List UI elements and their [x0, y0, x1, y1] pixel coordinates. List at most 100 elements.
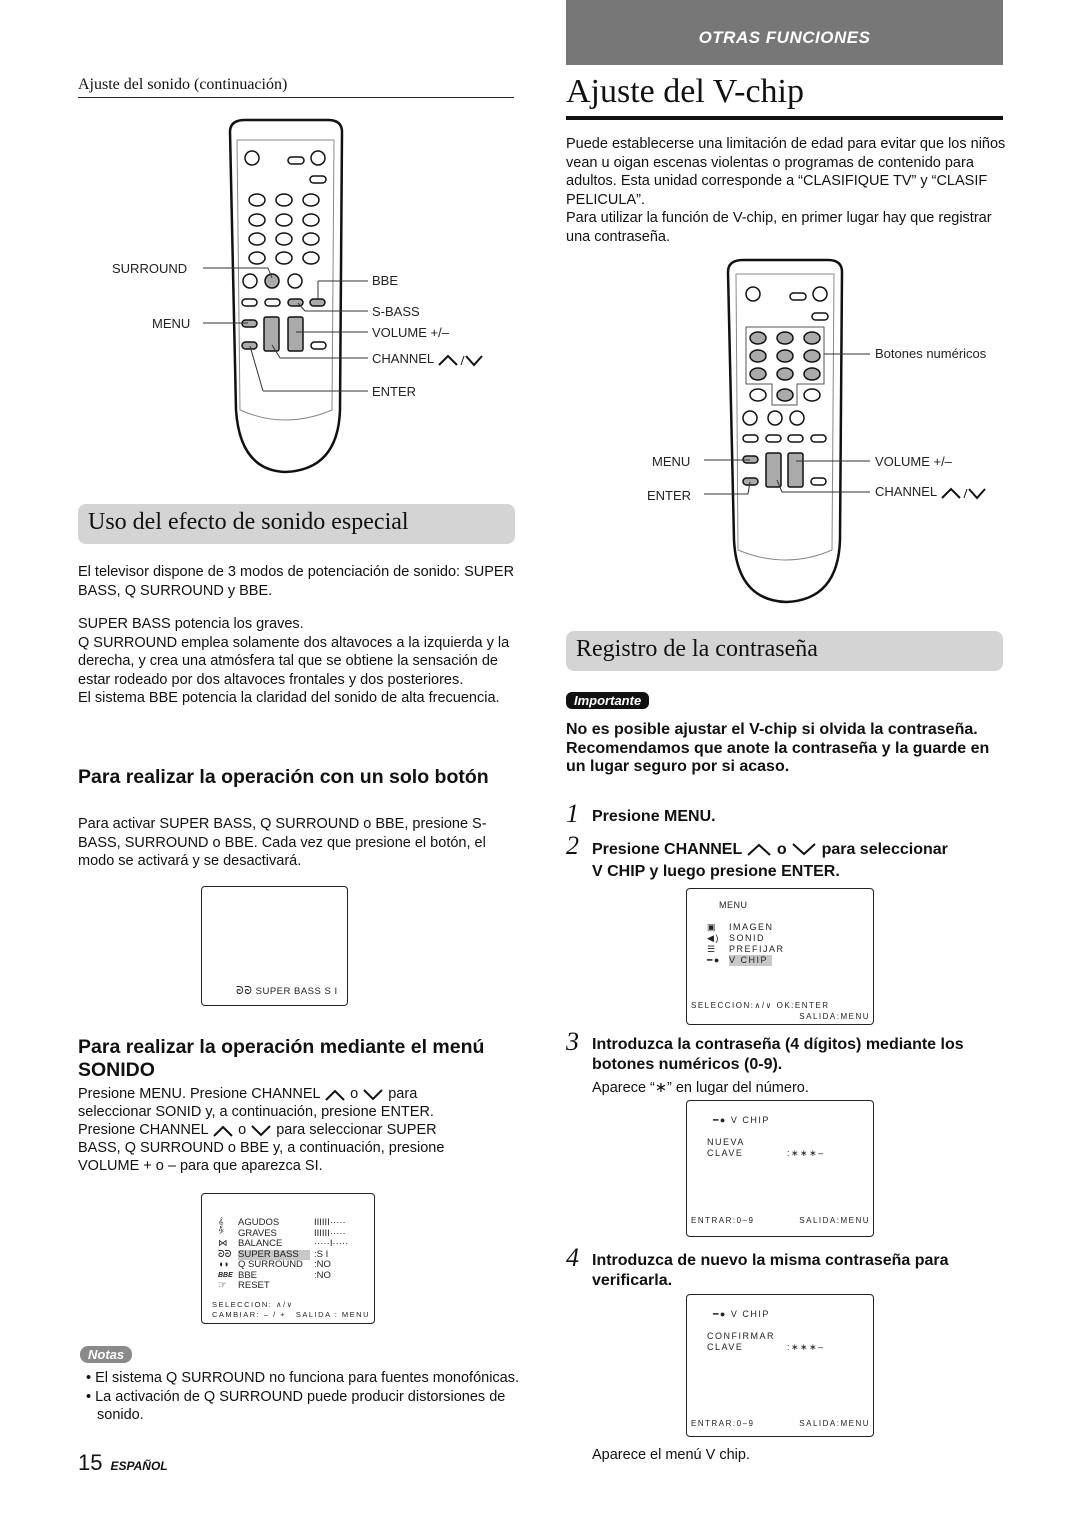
- label-channel-text: CHANNEL: [372, 351, 434, 366]
- subtitle-menu-sonido: Para realizar la operación mediante el m…: [78, 1036, 485, 1081]
- step-subtext: Aparece “∗” en lugar del número.: [592, 1080, 809, 1096]
- osd-label: CLAVE: [707, 1148, 744, 1158]
- picture-icon: ▣: [707, 922, 718, 932]
- notes-list: • El sistema Q SURROUND no funciona para…: [86, 1369, 526, 1424]
- text: Presione CHANNEL: [78, 1122, 209, 1138]
- osd-footer: SELECCION:∧/∨ OK:ENTER: [691, 1001, 830, 1010]
- osd-label: NUEVA: [707, 1137, 745, 1147]
- osd-item-value: IIIIII·····: [314, 1217, 346, 1228]
- osd-footer: SALIDA:MENU: [799, 1419, 870, 1428]
- text: VOLUME + o – para que aparezca SI.: [78, 1158, 323, 1174]
- osd-footer: SALIDA:MENU: [799, 1216, 870, 1225]
- page-number: 15: [78, 1450, 103, 1475]
- text: o: [238, 1122, 247, 1138]
- password-field: :∗∗∗–: [787, 1342, 825, 1352]
- osd-title-text: V CHIP: [730, 1309, 770, 1319]
- section-title-text: Uso del efecto de sonido especial: [88, 509, 409, 535]
- step-text: Introduzca la contraseña (4 dígitos) med…: [592, 1036, 964, 1073]
- subtitle-one-button: Para realizar la operación con un solo b…: [78, 766, 489, 788]
- remote-control-diagram-sound: [203, 118, 368, 474]
- label-numeric-buttons: Botones numéricos: [875, 346, 987, 361]
- osd-footer: ENTRAR:0–9: [691, 1216, 755, 1225]
- text: seleccionar SONID y, a continuación, pre…: [78, 1104, 434, 1120]
- osd-footer-exit: SALIDA : MENU: [295, 1310, 370, 1319]
- notes-badge: Notas: [80, 1346, 133, 1364]
- continuation-title-text: Ajuste del sonido (continuación): [78, 76, 288, 93]
- step-number: 1: [566, 799, 579, 828]
- reset-icon: ☞: [218, 1280, 227, 1291]
- osd-item-value: :NO: [314, 1269, 331, 1281]
- osd-row: ⋈ BALANCE ·····I·····: [218, 1238, 349, 1250]
- note-text: El sistema Q SURROUND no funciona para f…: [95, 1370, 520, 1386]
- osd-confirm-password: ━● V CHIP CONFIRMAR CLAVE :∗∗∗– ENTRAR:0…: [686, 1294, 874, 1437]
- preset-icon: ☰: [707, 944, 717, 954]
- section-title-sound-effects: Uso del efecto de sonido especial: [78, 504, 515, 544]
- vchip-intro-p2: Para utilizar la función de V-chip, en p…: [566, 210, 992, 245]
- chevron-up-icon: [213, 1125, 233, 1137]
- remote-control-diagram-vchip: [704, 258, 870, 604]
- osd-sound-menu: 𝄞 AGUDOS IIIIII····· 𝄢 GRAVES IIIIII····· ⋈ B…: [201, 1193, 375, 1324]
- label-volume: VOLUME +/–: [372, 325, 449, 340]
- chevron-up-icon: [325, 1089, 345, 1101]
- menu-sonido-body: Presione MENU. Presione CHANNEL o para s…: [78, 1085, 518, 1175]
- language-label: ESPAÑOL: [110, 1459, 168, 1473]
- osd-title: MENU: [719, 900, 748, 910]
- intro-text: El televisor dispone de 3 modos de poten…: [78, 564, 515, 599]
- osd-title: ━● V CHIP: [713, 1309, 770, 1320]
- balance-icon: ⋈: [218, 1238, 228, 1249]
- osd-row: ◖◗ Q SURROUND:NO: [218, 1259, 348, 1271]
- section-banner: OTRAS FUNCIONES: [566, 0, 1003, 65]
- label-bbe: BBE: [372, 273, 399, 288]
- paragraph-bbe: El sistema BBE potencia la claridad del …: [78, 690, 500, 706]
- vchip-intro: Puede establecerse una limitación de eda…: [566, 135, 1006, 246]
- step-number: 3: [566, 1027, 579, 1056]
- step-number: 4: [566, 1243, 579, 1272]
- label-volume: VOLUME +/–: [875, 454, 952, 469]
- text: o: [776, 841, 787, 858]
- important-text: No es posible ajustar el V-chip si olvid…: [566, 721, 990, 775]
- osd-super-bass: ᘐᘐ SUPER BASS S I: [201, 886, 348, 1006]
- section-banner-label: OTRAS FUNCIONES: [698, 28, 871, 47]
- label-enter: ENTER: [372, 384, 417, 399]
- osd-main-menu: MENU ▣ IMAGEN ◀) SONID ☰ PREFIJAR ━● V CHIP …: [686, 888, 874, 1025]
- osd-footer: SELECCION: ∧/∨: [212, 1300, 294, 1309]
- password-field: :∗∗∗–: [787, 1148, 825, 1158]
- step-number: 2: [566, 831, 579, 860]
- note-item: • El sistema Q SURROUND no funciona para…: [86, 1370, 520, 1386]
- text: para seleccionar: [821, 841, 948, 858]
- key-icon: ━●: [713, 1309, 727, 1319]
- step-subtext: Aparece el menú V chip.: [592, 1447, 750, 1463]
- osd-title: ━● V CHIP: [713, 1115, 770, 1126]
- section-title-text: Registro de la contraseña: [576, 636, 818, 662]
- osd-label: CONFIRMAR: [707, 1331, 775, 1341]
- osd-item-label: Q SURROUND: [238, 1259, 303, 1270]
- osd-row: ☰ PREFIJAR: [707, 944, 785, 955]
- label-sbass: S-BASS: [372, 304, 420, 319]
- note-item: • La activación de Q SURROUND puede prod…: [86, 1389, 506, 1423]
- osd-item-label: BALANCE: [238, 1238, 283, 1249]
- super-bass-icon: ᘐᘐ: [236, 985, 253, 997]
- paragraph-super-bass: SUPER BASS potencia los graves.: [78, 616, 304, 632]
- osd-row: ☞ RESET: [218, 1280, 348, 1292]
- note-text: La activación de Q SURROUND puede produc…: [95, 1389, 506, 1423]
- text: Presione MENU. Presione CHANNEL: [78, 1086, 321, 1102]
- text: V CHIP y luego presione ENTER.: [592, 863, 840, 880]
- osd-footer: CAMBIAR: – / + SALIDA : MENU: [212, 1310, 370, 1319]
- page-title-text: Ajuste del V-chip: [566, 73, 804, 110]
- osd-sound-items: 𝄞 AGUDOS IIIIII····· 𝄢 GRAVES IIIIII····· ⋈ B…: [218, 1217, 349, 1292]
- osd-row-selected: ━● V CHIP: [707, 955, 785, 966]
- osd-new-password: ━● V CHIP NUEVA CLAVE :∗∗∗– ENTRAR:0–9 S…: [686, 1100, 874, 1237]
- osd-footer-change: CAMBIAR: – / +: [212, 1310, 287, 1319]
- chevron-up-icon: [747, 843, 772, 857]
- treble-clef-icon: 𝄞: [218, 1217, 224, 1228]
- osd-row: ▣ IMAGEN: [707, 922, 785, 933]
- text: BASS, Q SURROUND o BBE y, a continuación…: [78, 1140, 445, 1156]
- text: Presione CHANNEL: [592, 841, 742, 858]
- label-enter: ENTER: [647, 488, 692, 503]
- osd-item-label: RESET: [238, 1280, 270, 1291]
- step-text: Presione MENU.: [592, 808, 716, 825]
- surround-icon: ◖◗: [218, 1259, 230, 1270]
- chevron-down-icon: [792, 843, 816, 856]
- osd-item-value: ·····I·····: [314, 1238, 349, 1249]
- osd-item-label: IMAGEN: [729, 922, 774, 932]
